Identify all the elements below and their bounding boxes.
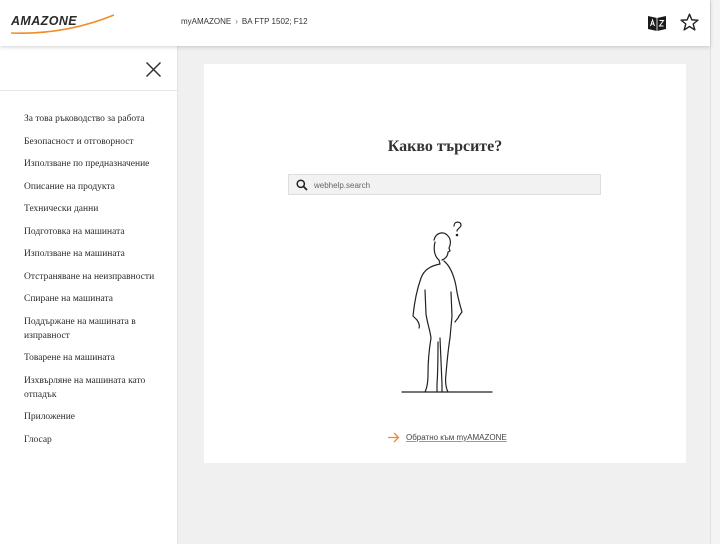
sidebar-item-intended-use[interactable]: Използване по предназначение: [24, 157, 174, 171]
breadcrumb-separator: ›: [235, 17, 238, 26]
sidebar-item-stopping-machine[interactable]: Спиране на машината: [24, 292, 174, 306]
page-scrollbar[interactable]: [710, 0, 720, 544]
back-link-label: Обратно към myAMAZONE: [406, 433, 507, 442]
arrow-right-icon: [388, 432, 400, 443]
sidebar-divider: [0, 90, 178, 91]
logo-text: AMAZONE: [11, 14, 77, 28]
search-input[interactable]: [314, 177, 594, 193]
close-icon[interactable]: [145, 61, 162, 78]
page-title: Какво търсите?: [387, 138, 503, 155]
sidebar-item-product-description[interactable]: Описание на продукта: [24, 180, 174, 194]
sidebar-item-about-manual[interactable]: За това ръководство за работа: [24, 112, 174, 126]
sidebar-item-disposal[interactable]: Изхвърляне на машината като отпадък: [24, 374, 174, 402]
breadcrumb-item-home[interactable]: myAMAZONE: [181, 17, 231, 26]
sidebar-nav: За това ръководство за работа Безопаснос…: [24, 112, 174, 455]
sidebar-item-appendix[interactable]: Приложение: [24, 410, 174, 424]
sidebar-item-machine-preparation[interactable]: Подготовка на машината: [24, 225, 174, 239]
language-dictionary-icon[interactable]: [647, 14, 667, 32]
sidebar-item-safety[interactable]: Безопасност и отговорност: [24, 135, 174, 149]
sidebar: За това ръководство за работа Безопаснос…: [0, 46, 178, 544]
breadcrumb: myAMAZONE › BA FTP 1502; F12: [181, 17, 308, 26]
sidebar-item-using-machine[interactable]: Използване на машината: [24, 247, 174, 261]
favorite-star-icon[interactable]: [679, 12, 700, 33]
search-card: Какво търсите? Об: [204, 64, 686, 463]
sidebar-item-glossary[interactable]: Глосар: [24, 433, 174, 447]
back-to-myamazone-link[interactable]: Обратно към myAMAZONE: [387, 432, 507, 443]
breadcrumb-item-current: BA FTP 1502; F12: [241, 17, 308, 26]
search-icon[interactable]: [296, 179, 308, 191]
sidebar-item-technical-data[interactable]: Технически данни: [24, 202, 174, 216]
confused-person-illustration: [401, 221, 493, 393]
sidebar-item-loading-machine[interactable]: Товарене на машината: [24, 351, 174, 365]
sidebar-item-troubleshooting[interactable]: Отстраняване на неизправности: [24, 270, 174, 284]
search-box[interactable]: [288, 174, 601, 195]
header-bar: AMAZONE myAMAZONE › BA FTP 1502; F12: [0, 0, 710, 46]
sidebar-item-maintenance[interactable]: Поддържане на машината в изправност: [24, 315, 174, 343]
amazone-logo[interactable]: AMAZONE: [10, 13, 116, 37]
